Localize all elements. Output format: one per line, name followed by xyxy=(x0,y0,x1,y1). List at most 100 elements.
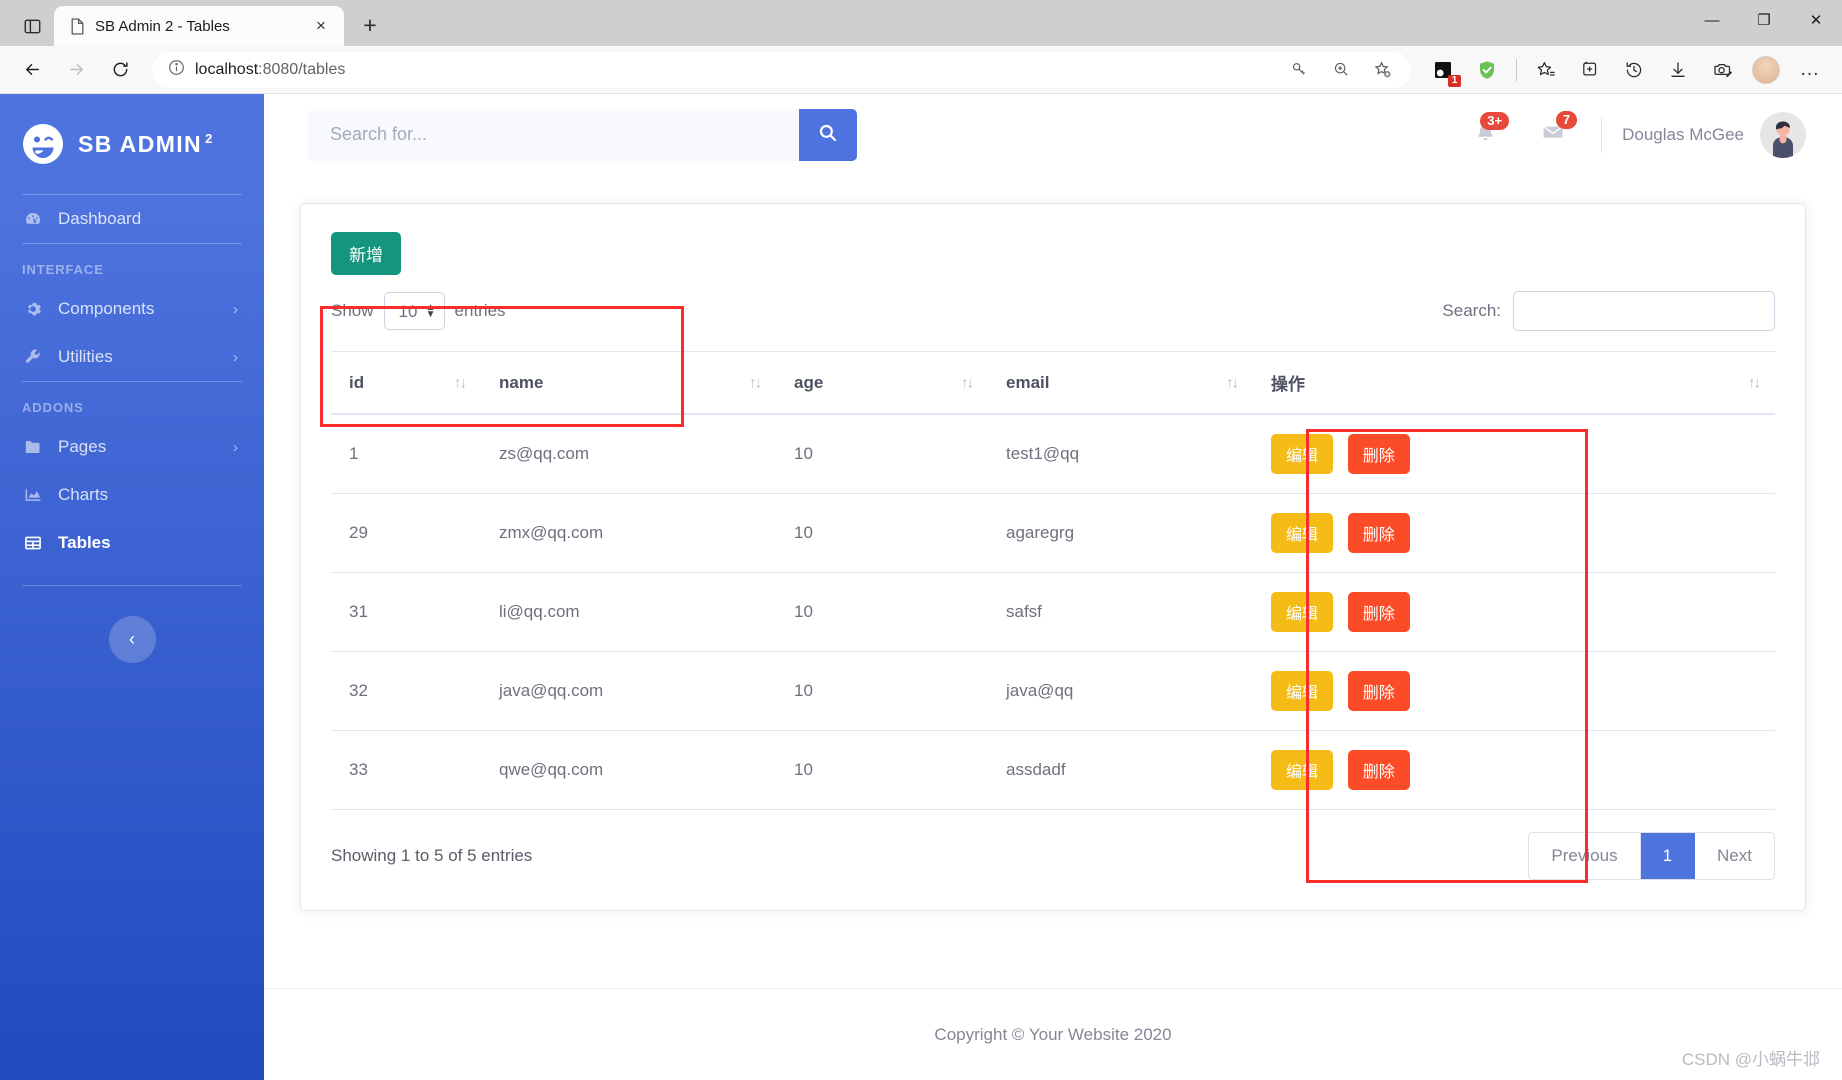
back-icon[interactable] xyxy=(12,53,52,87)
column-header-actions[interactable]: 操作 ↑↓ xyxy=(1253,351,1775,415)
brand-superscript: 2 xyxy=(205,130,214,146)
browser-tab[interactable]: SB Admin 2 - Tables × xyxy=(54,6,344,46)
search-input[interactable] xyxy=(308,108,799,161)
table-row: 31 li@qq.com 10 safsf 编辑 删除 xyxy=(331,572,1775,652)
sidebar-item-charts[interactable]: Charts xyxy=(0,471,264,519)
delete-button[interactable]: 删除 xyxy=(1347,592,1410,632)
more-options-icon[interactable]: … xyxy=(1790,53,1830,87)
messages-badge: 7 xyxy=(1555,111,1578,129)
delete-button[interactable]: 删除 xyxy=(1347,671,1410,711)
sidebar-item-dashboard[interactable]: Dashboard xyxy=(0,195,264,243)
datatable-controls: Show 10 ▲ ▼ entries Search: xyxy=(331,291,1775,331)
downloads-icon[interactable] xyxy=(1658,53,1698,87)
table-row: 29 zmx@qq.com 10 agaregrg 编辑 删除 xyxy=(331,493,1775,573)
extension-dark-icon[interactable]: 1 xyxy=(1423,53,1463,87)
web-capture-icon[interactable] xyxy=(1702,53,1742,87)
sidebar-item-components[interactable]: Components › xyxy=(0,285,264,333)
table-row: 33 qwe@qq.com 10 assdadf 编辑 删除 xyxy=(331,730,1775,810)
topbar-divider xyxy=(1601,116,1603,153)
tab-actions-button[interactable] xyxy=(10,6,54,46)
watermark: CSDN @小蜗牛邶 xyxy=(1681,1050,1820,1069)
favorites-icon[interactable] xyxy=(1526,53,1566,87)
search-icon xyxy=(818,123,838,146)
messages-button[interactable]: 7 xyxy=(1519,111,1587,149)
add-button[interactable]: 新增 xyxy=(331,232,401,275)
delete-button[interactable]: 删除 xyxy=(1347,434,1410,474)
sort-icon: ↑↓ xyxy=(961,374,974,391)
sidebar-item-pages[interactable]: Pages › xyxy=(0,423,264,471)
sidebar-item-tables[interactable]: Tables xyxy=(0,519,264,567)
datatable-footer: Showing 1 to 5 of 5 entries Previous 1 N… xyxy=(331,832,1775,880)
url-text: localhost:8080/tables xyxy=(195,61,1269,79)
user-menu[interactable]: Douglas McGee xyxy=(1616,111,1806,158)
wrench-icon xyxy=(22,348,44,366)
search-button[interactable] xyxy=(799,108,857,161)
sidebar-brand-text: SB ADMIN 2 xyxy=(78,130,214,157)
edit-button[interactable]: 编辑 xyxy=(1271,434,1334,474)
pagination-page-1[interactable]: 1 xyxy=(1640,833,1696,879)
delete-button[interactable]: 删除 xyxy=(1347,513,1410,553)
edit-button[interactable]: 编辑 xyxy=(1271,671,1334,711)
adblock-shield-icon[interactable] xyxy=(1467,53,1507,87)
length-select-wrap: 10 ▲ ▼ xyxy=(383,292,445,330)
sidebar-item-utilities[interactable]: Utilities › xyxy=(0,333,264,381)
table-icon xyxy=(22,534,44,552)
sidebar-item-label: Components xyxy=(58,299,155,318)
add-favorite-icon[interactable] xyxy=(1363,53,1403,87)
reload-icon[interactable] xyxy=(100,53,140,87)
cell-email: java@qq xyxy=(988,651,1253,731)
table-head: id ↑↓ name ↑↓ age ↑↓ email ↑↓ 操作 ↑↓ xyxy=(331,351,1775,415)
key-icon[interactable] xyxy=(1279,53,1319,87)
window-close-button[interactable]: ✕ xyxy=(1790,0,1842,40)
cell-id: 29 xyxy=(331,493,481,573)
sort-icon: ↑↓ xyxy=(1226,374,1239,391)
collections-icon[interactable] xyxy=(1570,53,1610,87)
pagination-previous[interactable]: Previous xyxy=(1529,833,1641,879)
history-icon[interactable] xyxy=(1614,53,1654,87)
copyright-text: Copyright © Your Website 2020 xyxy=(934,1024,1172,1044)
entries-select[interactable]: 10 xyxy=(383,292,445,330)
cell-email: test1@qq xyxy=(988,414,1253,494)
sidebar-toggle-button[interactable]: ‹ xyxy=(108,616,156,663)
delete-button[interactable]: 删除 xyxy=(1347,750,1410,790)
sidebar-item-label: Dashboard xyxy=(58,209,142,228)
profile-avatar[interactable] xyxy=(1746,53,1786,87)
table-row: 1 zs@qq.com 10 test1@qq 编辑 删除 xyxy=(331,414,1775,494)
alerts-button[interactable]: 3+ xyxy=(1452,111,1519,149)
column-header-id[interactable]: id ↑↓ xyxy=(331,351,481,415)
new-tab-button[interactable]: + xyxy=(351,6,389,44)
close-icon[interactable]: × xyxy=(308,13,334,39)
sidebar-item-label: Tables xyxy=(58,533,111,552)
maximize-button[interactable]: ❐ xyxy=(1738,0,1790,40)
omnibox-icons xyxy=(1279,53,1403,87)
column-header-name[interactable]: name ↑↓ xyxy=(481,351,776,415)
content-area: 3+ 7 Douglas McGee xyxy=(264,94,1842,1080)
edit-button[interactable]: 编辑 xyxy=(1271,513,1334,553)
cell-name: zs@qq.com xyxy=(481,414,776,494)
table-search-input[interactable] xyxy=(1513,291,1775,331)
cell-id: 32 xyxy=(331,651,481,731)
edit-button[interactable]: 编辑 xyxy=(1271,750,1334,790)
cell-name: qwe@qq.com xyxy=(481,730,776,810)
folder-icon xyxy=(22,438,44,456)
window-controls: — ❐ ✕ xyxy=(1686,0,1842,46)
alerts-badge: 3+ xyxy=(1480,111,1510,130)
cell-age: 10 xyxy=(776,493,988,573)
cell-id: 31 xyxy=(331,572,481,652)
toolbar-divider xyxy=(1516,58,1517,81)
address-bar[interactable]: localhost:8080/tables xyxy=(152,51,1411,88)
pagination-next[interactable]: Next xyxy=(1695,833,1774,879)
zoom-icon[interactable] xyxy=(1321,53,1361,87)
minimize-button[interactable]: — xyxy=(1686,0,1738,40)
url-path: :8080/tables xyxy=(258,60,346,78)
edit-button[interactable]: 编辑 xyxy=(1271,592,1334,632)
info-icon[interactable] xyxy=(168,59,185,81)
column-header-age[interactable]: age ↑↓ xyxy=(776,351,988,415)
sidebar-brand[interactable]: SB ADMIN 2 xyxy=(0,94,264,194)
column-header-email[interactable]: email ↑↓ xyxy=(988,351,1253,415)
avatar xyxy=(1760,111,1806,158)
forward-icon[interactable] xyxy=(56,53,96,87)
cell-email: agaregrg xyxy=(988,493,1253,573)
chevron-right-icon: › xyxy=(233,300,238,318)
smiley-logo-icon xyxy=(22,123,64,165)
